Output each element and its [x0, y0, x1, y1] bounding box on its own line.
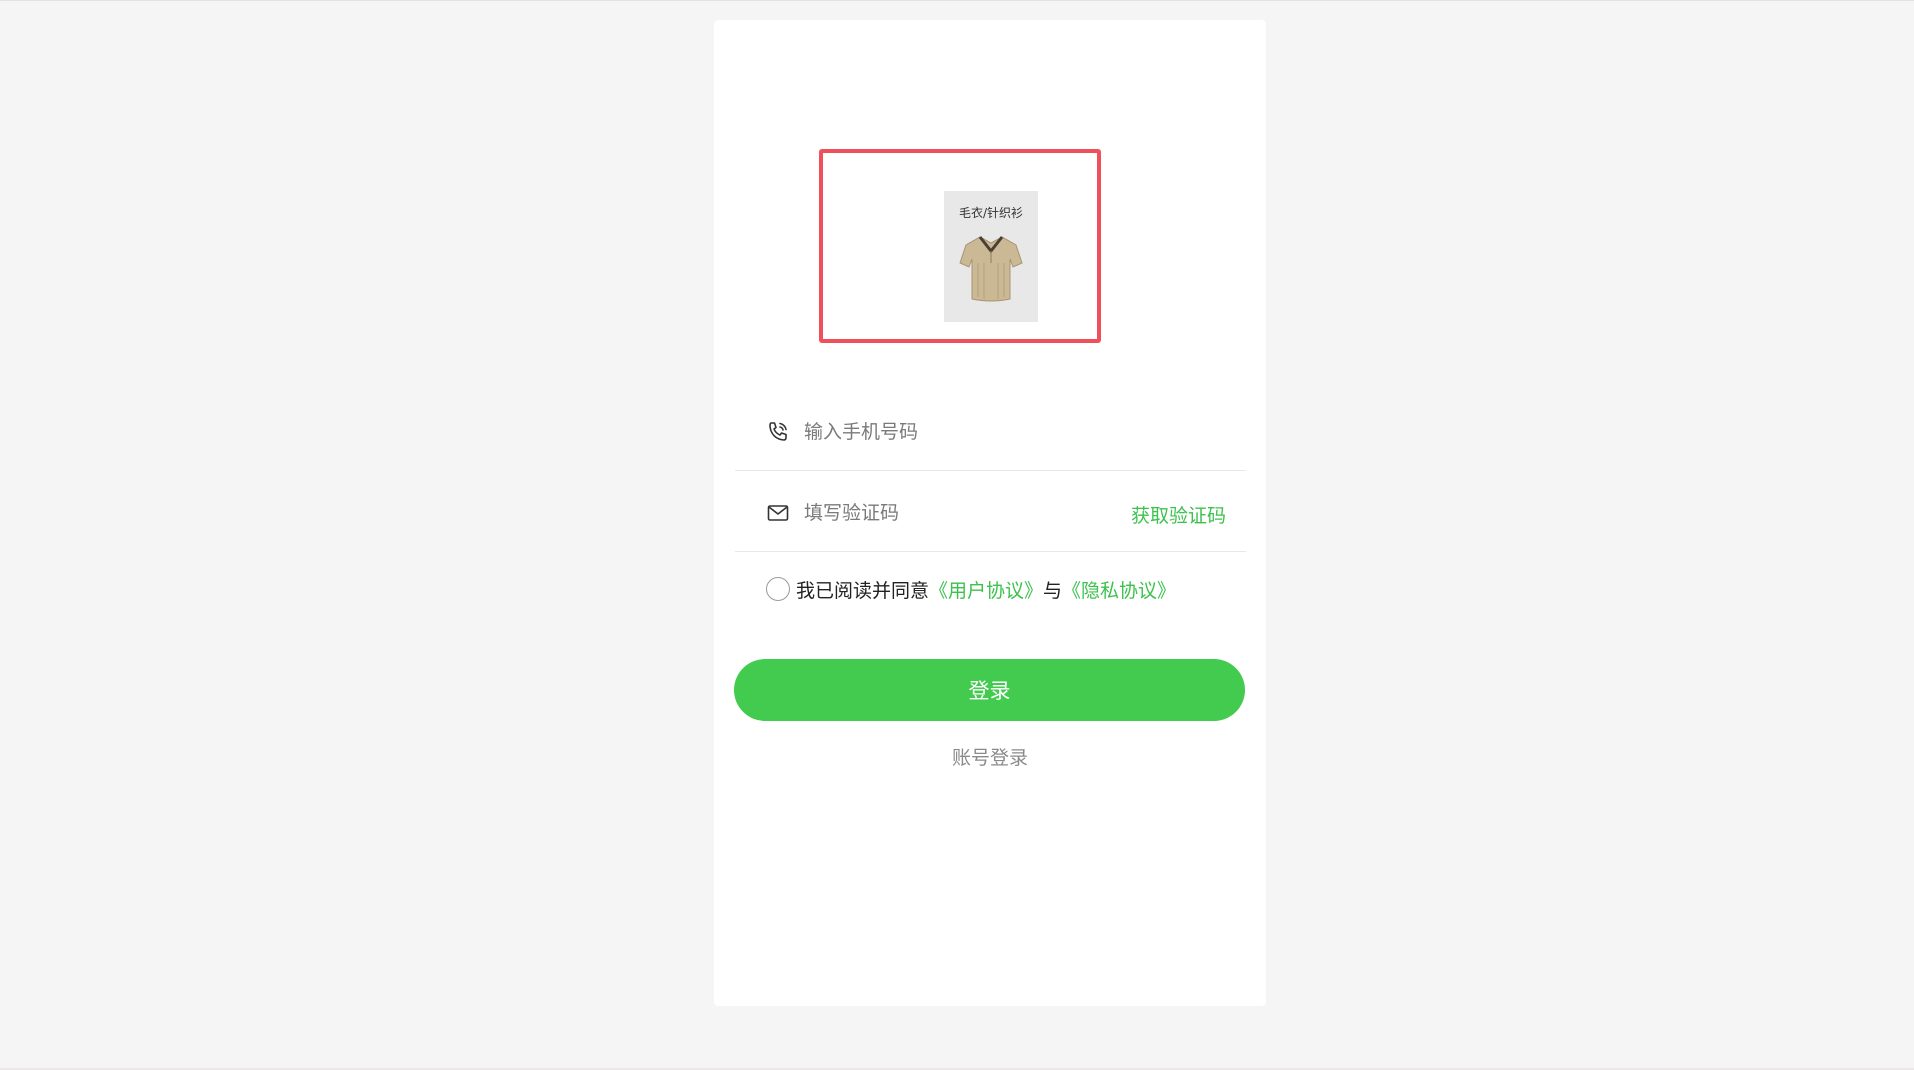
- agreement-conjunction: 与: [1043, 579, 1063, 602]
- login-card: 毛衣/针织衫 输入手机号码 填写验证码 获取验证码 我已阅读并同意 《用户协议》…: [714, 20, 1266, 1006]
- login-button[interactable]: 登录: [734, 659, 1245, 721]
- envelope-icon: [767, 505, 789, 521]
- agreement-radio[interactable]: [766, 577, 790, 601]
- get-code-button[interactable]: 获取验证码: [1131, 501, 1226, 528]
- logo-caption: 毛衣/针织衫: [958, 206, 1024, 220]
- account-login-link[interactable]: 账号登录: [714, 743, 1266, 770]
- phone-input[interactable]: [804, 415, 1104, 449]
- page-background: 毛衣/针织衫 输入手机号码 填写验证码 获取验证码 我已阅读并同意 《用户协议》…: [0, 0, 1914, 1070]
- verification-code-field: 获取验证码: [735, 472, 1246, 552]
- agreement-row: 我已阅读并同意 《用户协议》 与 《隐私协议》: [766, 574, 1176, 604]
- brand-logo: 毛衣/针织衫: [944, 191, 1038, 322]
- agreement-prefix: 我已阅读并同意: [796, 579, 930, 602]
- privacy-agreement-link[interactable]: 《隐私协议》: [1062, 576, 1176, 603]
- knit-polo-shirt-icon: [959, 236, 1023, 302]
- logo-highlight-frame: 毛衣/针织衫: [819, 149, 1101, 343]
- user-agreement-link[interactable]: 《用户协议》: [929, 576, 1043, 603]
- phone-field: [735, 391, 1246, 471]
- verification-code-input[interactable]: [804, 496, 1104, 530]
- phone-icon: [769, 422, 787, 441]
